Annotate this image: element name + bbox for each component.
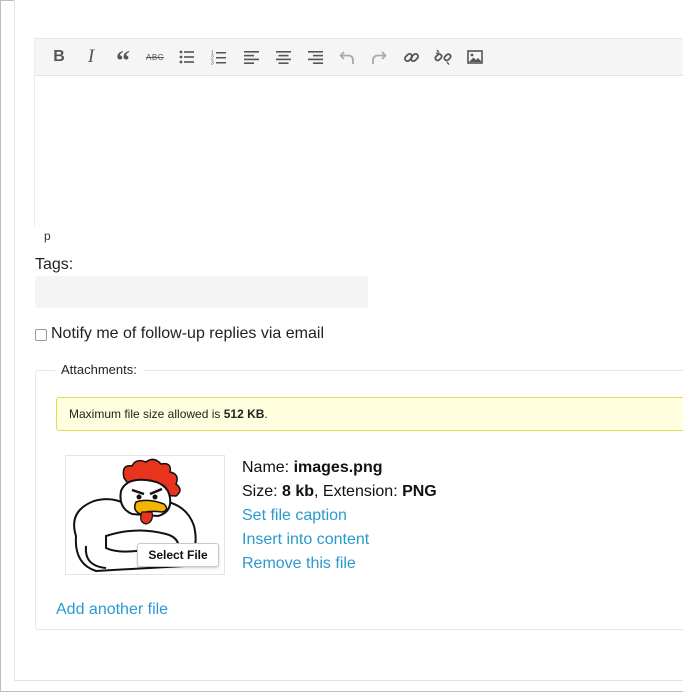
undo-button[interactable]	[331, 41, 363, 73]
unlink-icon	[434, 49, 452, 65]
remove-file-link[interactable]: Remove this file	[242, 552, 437, 576]
align-left-button[interactable]	[235, 41, 267, 73]
tags-label: Tags:	[35, 256, 74, 273]
tags-input[interactable]	[35, 276, 368, 308]
link-icon	[403, 52, 419, 62]
file-ext-label: , Extension:	[314, 483, 403, 500]
editor-toolbar: B I “ ABC 123	[35, 39, 683, 76]
notice-suffix: .	[264, 407, 268, 421]
blockquote-button[interactable]: “	[107, 41, 139, 77]
notify-label: Notify me of follow-up replies via email	[51, 325, 324, 342]
insert-image-button[interactable]	[459, 41, 491, 73]
notify-option[interactable]: Notify me of follow-up replies via email	[35, 325, 324, 343]
editor-content-area[interactable]	[35, 76, 683, 226]
file-name-value: images.png	[293, 459, 383, 476]
redo-button[interactable]	[363, 41, 395, 73]
align-right-icon	[307, 50, 323, 64]
svg-text:3: 3	[211, 60, 214, 65]
select-file-button[interactable]: Select File	[137, 543, 219, 567]
remove-link-button[interactable]	[427, 41, 459, 73]
file-size-label: Size:	[242, 483, 283, 500]
bullet-list-icon	[179, 50, 194, 64]
blockquote-icon: “	[116, 46, 130, 77]
editor-path-status: p	[44, 229, 51, 243]
notice-text: Maximum file size allowed is	[69, 407, 224, 421]
file-name-label: Name:	[242, 459, 294, 476]
file-size-value: 8 kb	[282, 483, 315, 500]
rich-text-editor: B I “ ABC 123	[34, 38, 683, 226]
numbered-list-button[interactable]: 123	[203, 41, 235, 73]
align-left-icon	[243, 50, 259, 64]
file-name-line: Name: images.png	[242, 456, 437, 480]
add-another-file-link[interactable]: Add another file	[56, 598, 168, 622]
set-file-caption-link[interactable]: Set file caption	[242, 504, 437, 528]
bold-icon: B	[53, 48, 65, 65]
file-ext-value: PNG	[402, 483, 437, 500]
italic-button[interactable]: I	[75, 41, 107, 73]
bullet-list-button[interactable]	[171, 41, 203, 73]
redo-icon	[372, 50, 387, 64]
undo-icon	[339, 50, 354, 64]
strikethrough-icon: ABC	[146, 52, 164, 62]
notice-size: 512 KB	[223, 407, 265, 421]
align-right-button[interactable]	[299, 41, 331, 73]
italic-icon: I	[87, 46, 95, 67]
image-icon	[467, 50, 483, 64]
insert-link-button[interactable]	[395, 41, 427, 73]
file-size-notice: Maximum file size allowed is 512 KB.	[56, 397, 683, 431]
bold-button[interactable]: B	[43, 41, 75, 73]
align-center-icon	[275, 50, 291, 64]
insert-into-content-link[interactable]: Insert into content	[242, 528, 437, 552]
attachment-details: Name: images.png Size: 8 kb, Extension: …	[242, 456, 437, 576]
numbered-list-icon: 123	[211, 50, 226, 65]
attachments-legend: Attachments:	[55, 362, 143, 377]
file-size-line: Size: 8 kb, Extension: PNG	[242, 480, 437, 504]
align-center-button[interactable]	[267, 41, 299, 73]
notify-checkbox[interactable]	[35, 329, 47, 341]
strikethrough-button[interactable]: ABC	[139, 41, 171, 73]
